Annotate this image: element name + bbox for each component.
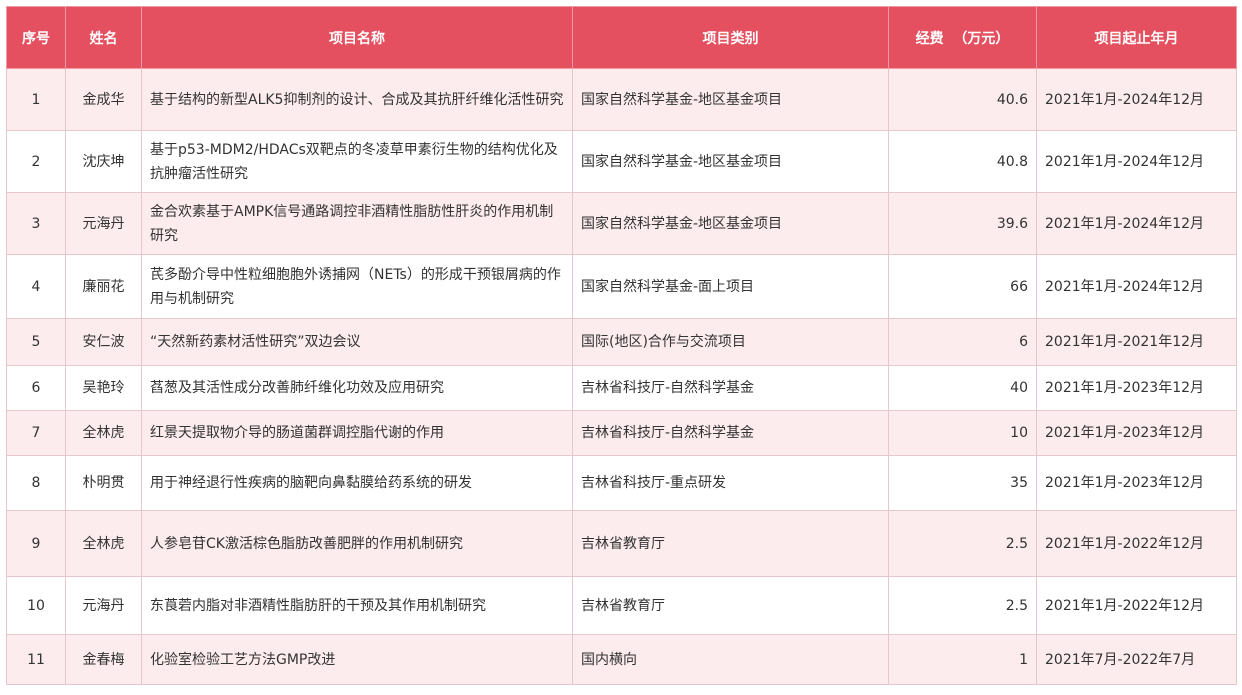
cell-period: 2021年1月-2023年12月 <box>1036 455 1237 511</box>
cell-name: 全林虎 <box>65 410 142 456</box>
table-row: 5 安仁波 “天然新药素材活性研究”双边会议 国际(地区)合作与交流项目 6 2… <box>6 318 1237 366</box>
table-header: 序号 姓名 项目名称 项目类别 经费 （万元） 项目起止年月 <box>6 6 1237 69</box>
cell-index: 1 <box>6 68 66 131</box>
header-title: 项目名称 <box>141 6 573 69</box>
cell-period: 2021年7月-2022年7月 <box>1036 634 1237 685</box>
cell-category: 国家自然科学基金-地区基金项目 <box>572 68 889 131</box>
cell-period: 2021年1月-2024年12月 <box>1036 254 1237 319</box>
cell-funding: 1 <box>888 634 1037 685</box>
cell-index: 2 <box>6 130 66 193</box>
table-row: 10 元海丹 东莨菪内脂对非酒精性脂肪肝的干预及其作用机制研究 吉林省教育厅 2… <box>6 576 1237 635</box>
cell-funding: 66 <box>888 254 1037 319</box>
cell-name: 安仁波 <box>65 318 142 366</box>
cell-name: 元海丹 <box>65 576 142 635</box>
table-row: 3 元海丹 金合欢素基于AMPK信号通路调控非酒精性脂肪性肝炎的作用机制研究 国… <box>6 192 1237 255</box>
cell-title: “天然新药素材活性研究”双边会议 <box>141 318 573 366</box>
cell-name: 朴明贯 <box>65 455 142 511</box>
cell-title: 化验室检验工艺方法GMP改进 <box>141 634 573 685</box>
cell-index: 10 <box>6 576 66 635</box>
header-row: 序号 姓名 项目名称 项目类别 经费 （万元） 项目起止年月 <box>6 6 1237 69</box>
table-row: 9 全林虎 人参皂苷CK激活棕色脂肪改善肥胖的作用机制研究 吉林省教育厅 2.5… <box>6 510 1237 577</box>
cell-index: 11 <box>6 634 66 685</box>
cell-funding: 39.6 <box>888 192 1037 255</box>
cell-funding: 6 <box>888 318 1037 366</box>
header-category: 项目类别 <box>572 6 889 69</box>
cell-title: 萏葱及其活性成分改善肺纤维化功效及应用研究 <box>141 365 573 411</box>
cell-index: 3 <box>6 192 66 255</box>
cell-period: 2021年1月-2023年12月 <box>1036 410 1237 456</box>
header-index: 序号 <box>6 6 66 69</box>
cell-category: 吉林省教育厅 <box>572 510 889 577</box>
cell-funding: 2.5 <box>888 510 1037 577</box>
projects-table-container: 序号 姓名 项目名称 项目类别 经费 （万元） 项目起止年月 1 金成华 基于结… <box>6 6 1237 685</box>
cell-period: 2021年1月-2021年12月 <box>1036 318 1237 366</box>
cell-category: 吉林省教育厅 <box>572 576 889 635</box>
header-funding: 经费 （万元） <box>888 6 1037 69</box>
table-row: 4 廉丽花 芪多酚介导中性粒细胞胞外诱捕网（NETs）的形成干预银屑病的作用与机… <box>6 254 1237 319</box>
table-row: 2 沈庆坤 基于p53-MDM2/HDACs双靶点的冬凌草甲素衍生物的结构优化及… <box>6 130 1237 193</box>
table-row: 7 全林虎 红景天提取物介导的肠道菌群调控脂代谢的作用 吉林省科技厅-自然科学基… <box>6 410 1237 456</box>
cell-category: 国家自然科学基金-地区基金项目 <box>572 192 889 255</box>
table-row: 1 金成华 基于结构的新型ALK5抑制剂的设计、合成及其抗肝纤维化活性研究 国家… <box>6 68 1237 131</box>
cell-index: 4 <box>6 254 66 319</box>
cell-index: 5 <box>6 318 66 366</box>
cell-category: 吉林省科技厅-自然科学基金 <box>572 365 889 411</box>
cell-category: 国际(地区)合作与交流项目 <box>572 318 889 366</box>
cell-period: 2021年1月-2024年12月 <box>1036 192 1237 255</box>
cell-period: 2021年1月-2024年12月 <box>1036 130 1237 193</box>
cell-funding: 40.8 <box>888 130 1037 193</box>
header-name: 姓名 <box>65 6 142 69</box>
cell-period: 2021年1月-2022年12月 <box>1036 510 1237 577</box>
cell-category: 吉林省科技厅-自然科学基金 <box>572 410 889 456</box>
cell-name: 沈庆坤 <box>65 130 142 193</box>
table-row: 6 吴艳玲 萏葱及其活性成分改善肺纤维化功效及应用研究 吉林省科技厅-自然科学基… <box>6 365 1237 411</box>
cell-name: 吴艳玲 <box>65 365 142 411</box>
cell-name: 金成华 <box>65 68 142 131</box>
cell-name: 廉丽花 <box>65 254 142 319</box>
table-row: 8 朴明贯 用于神经退行性疾病的脑靶向鼻黏膜给药系统的研发 吉林省科技厅-重点研… <box>6 455 1237 511</box>
cell-title: 东莨菪内脂对非酒精性脂肪肝的干预及其作用机制研究 <box>141 576 573 635</box>
cell-title: 人参皂苷CK激活棕色脂肪改善肥胖的作用机制研究 <box>141 510 573 577</box>
cell-category: 吉林省科技厅-重点研发 <box>572 455 889 511</box>
table-row: 11 金春梅 化验室检验工艺方法GMP改进 国内横向 1 2021年7月-202… <box>6 634 1237 685</box>
cell-name: 全林虎 <box>65 510 142 577</box>
cell-name: 金春梅 <box>65 634 142 685</box>
cell-period: 2021年1月-2024年12月 <box>1036 68 1237 131</box>
cell-period: 2021年1月-2022年12月 <box>1036 576 1237 635</box>
cell-index: 9 <box>6 510 66 577</box>
cell-funding: 40.6 <box>888 68 1037 131</box>
cell-funding: 40 <box>888 365 1037 411</box>
cell-funding: 10 <box>888 410 1037 456</box>
table-body: 1 金成华 基于结构的新型ALK5抑制剂的设计、合成及其抗肝纤维化活性研究 国家… <box>6 68 1237 685</box>
cell-index: 6 <box>6 365 66 411</box>
projects-table: 序号 姓名 项目名称 项目类别 经费 （万元） 项目起止年月 1 金成华 基于结… <box>6 6 1237 685</box>
cell-name: 元海丹 <box>65 192 142 255</box>
cell-index: 7 <box>6 410 66 456</box>
cell-title: 基于p53-MDM2/HDACs双靶点的冬凌草甲素衍生物的结构优化及抗肿瘤活性研… <box>141 130 573 193</box>
cell-title: 金合欢素基于AMPK信号通路调控非酒精性脂肪性肝炎的作用机制研究 <box>141 192 573 255</box>
cell-title: 红景天提取物介导的肠道菌群调控脂代谢的作用 <box>141 410 573 456</box>
cell-index: 8 <box>6 455 66 511</box>
cell-title: 用于神经退行性疾病的脑靶向鼻黏膜给药系统的研发 <box>141 455 573 511</box>
cell-funding: 2.5 <box>888 576 1037 635</box>
cell-funding: 35 <box>888 455 1037 511</box>
cell-category: 国家自然科学基金-地区基金项目 <box>572 130 889 193</box>
cell-category: 国内横向 <box>572 634 889 685</box>
cell-title: 基于结构的新型ALK5抑制剂的设计、合成及其抗肝纤维化活性研究 <box>141 68 573 131</box>
cell-title: 芪多酚介导中性粒细胞胞外诱捕网（NETs）的形成干预银屑病的作用与机制研究 <box>141 254 573 319</box>
cell-category: 国家自然科学基金-面上项目 <box>572 254 889 319</box>
header-period: 项目起止年月 <box>1036 6 1237 69</box>
cell-period: 2021年1月-2023年12月 <box>1036 365 1237 411</box>
